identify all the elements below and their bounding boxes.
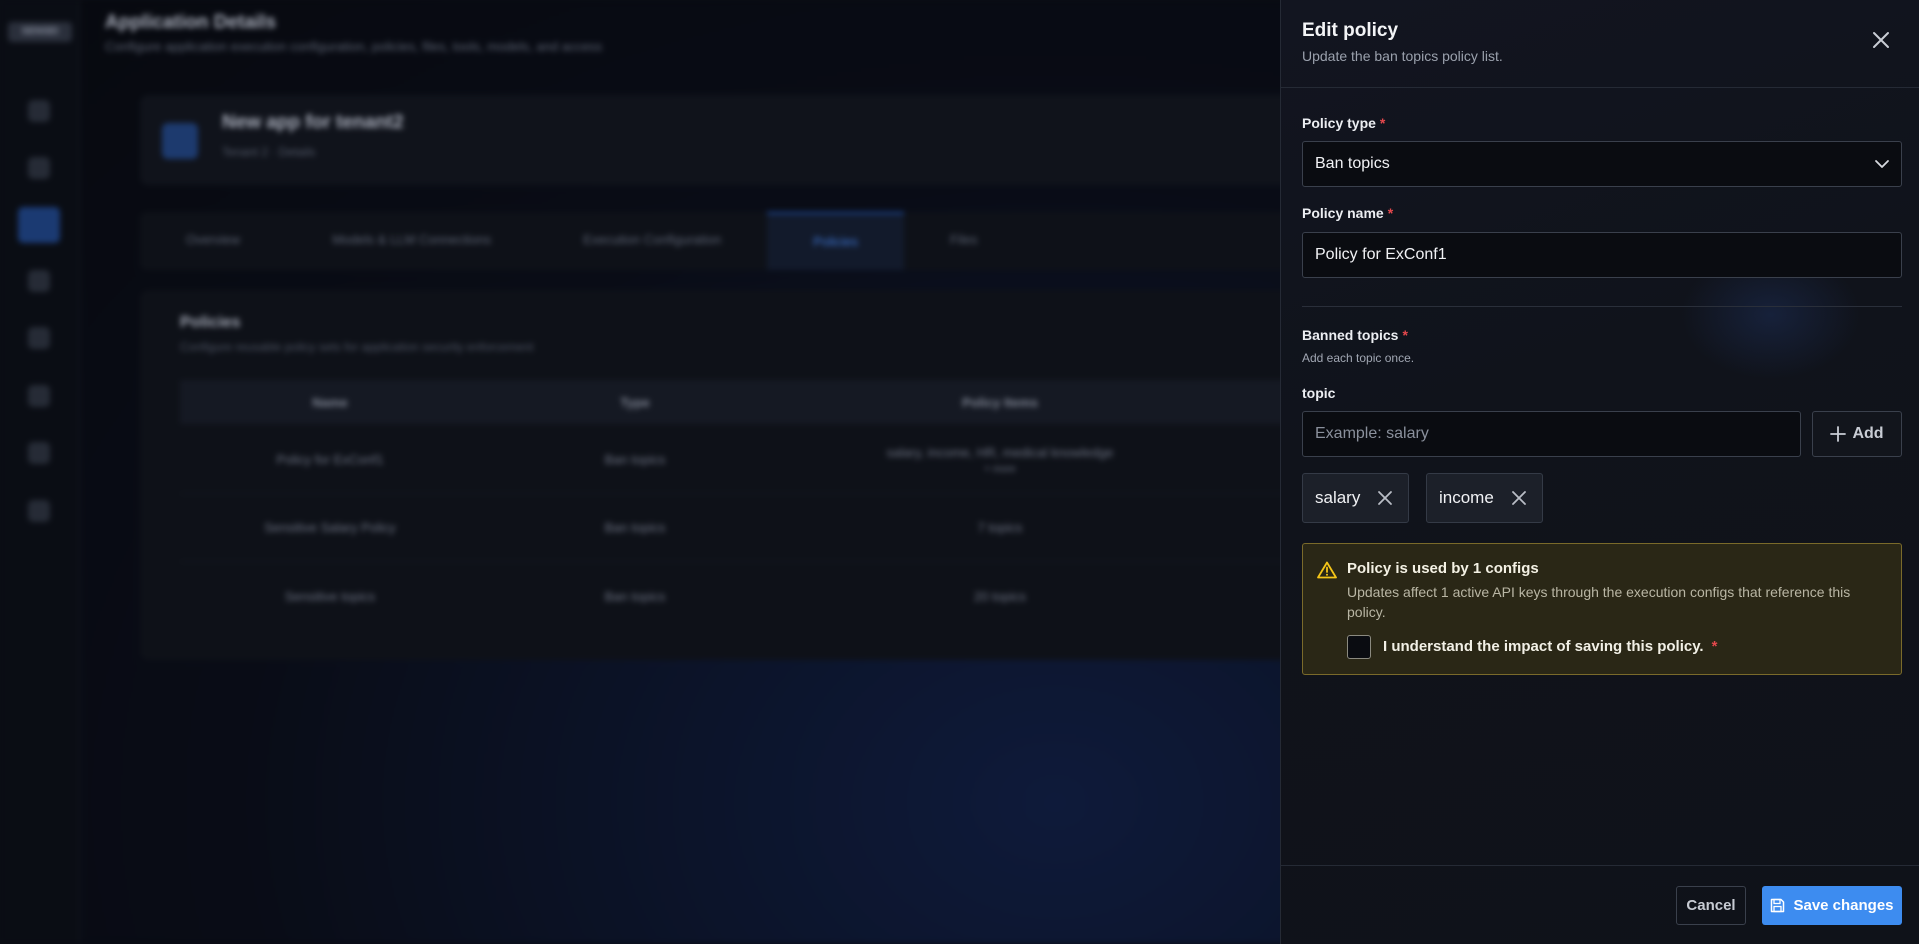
row-name: Policy for ExConf1 [276, 452, 384, 467]
topic-chip-label: salary [1315, 488, 1361, 507]
apps-icon [28, 157, 50, 179]
table-row: Sensitive Salary Policy Ban topics 7 top… [180, 494, 1320, 562]
tab-files: Files [950, 232, 978, 247]
save-changes-button[interactable]: Save changes [1762, 886, 1902, 925]
banned-topics-label: Banned topics * [1302, 327, 1408, 343]
add-topic-label: Add [1852, 425, 1884, 442]
policy-name-label-text: Policy name [1302, 205, 1384, 221]
brand-logo: SENSEI [8, 22, 72, 42]
policies-subtitle: Configure reusable policy sets for appli… [180, 340, 534, 354]
keys-icon [28, 385, 50, 407]
row-items-text: salary, income, HR, medical knowledge [886, 444, 1114, 460]
remove-topic-button[interactable] [1374, 487, 1396, 509]
warning-icon [1317, 561, 1337, 579]
column-name: Name [312, 394, 348, 410]
required-mark: * [1711, 638, 1718, 655]
topic-label: topic [1302, 385, 1336, 401]
section-divider [1302, 306, 1902, 307]
row-name: Sensitive Salary Policy [264, 520, 396, 535]
cancel-button[interactable]: Cancel [1676, 886, 1746, 925]
page-title: Application Details [105, 12, 277, 33]
required-mark: * [1402, 327, 1408, 343]
drawer-header: Edit policy Update the ban topics policy… [1281, 0, 1919, 88]
tab-policies: Policies [767, 212, 904, 270]
close-button[interactable] [1867, 26, 1895, 54]
acknowledge-label-text: I understand the impact of saving this p… [1383, 638, 1704, 655]
home-icon [28, 100, 50, 122]
app-meta: Tenant 2 · Details [222, 145, 316, 159]
monitor-icon [28, 442, 50, 464]
required-mark: * [1387, 205, 1394, 221]
row-type: Ban topics [604, 520, 666, 535]
policies-panel: Policies Configure reusable policy sets … [140, 290, 1320, 660]
acknowledge-checkbox[interactable] [1347, 635, 1371, 659]
topic-chip: income [1426, 473, 1543, 523]
policy-type-value: Ban topics [1315, 155, 1390, 172]
close-icon [1511, 491, 1526, 505]
row-items: salary, income, HR, medical knowledge + … [790, 445, 1210, 475]
add-topic-button[interactable]: Add [1812, 411, 1902, 457]
drawer-title: Edit policy [1302, 20, 1399, 41]
policy-type-select[interactable]: Ban topics [1302, 141, 1902, 187]
tab-execution: Execution Configuration [583, 232, 722, 247]
table-row: Policy for ExConf1 Ban topics salary, in… [180, 426, 1320, 494]
chevron-down-icon [1875, 160, 1889, 168]
app-icon [162, 123, 198, 159]
close-icon [1378, 491, 1393, 505]
policy-type-label-text: Policy type [1302, 115, 1376, 131]
topic-chip-label: income [1439, 488, 1494, 507]
warning-text: Updates affect 1 active API keys through… [1347, 584, 1851, 620]
policy-name-input[interactable] [1302, 232, 1902, 278]
row-type: Ban topics [604, 588, 666, 604]
drawer-subtitle: Update the ban topics policy list. [1302, 48, 1503, 64]
topic-chip: salary [1302, 473, 1410, 523]
banned-topics-helper: Add each topic once. [1302, 351, 1415, 365]
policy-name-label: Policy name * [1302, 205, 1393, 221]
save-changes-label: Save changes [1793, 897, 1894, 914]
row-type: Ban topics [604, 452, 666, 467]
app-card: New app for tenant2 Tenant 2 · Details [140, 95, 1320, 185]
app-tabs: Overview Models & LLM Connections Execut… [140, 212, 1320, 270]
settings-icon [28, 500, 50, 522]
models-icon [28, 270, 50, 292]
table-header: Name Type Policy Items [180, 380, 1320, 424]
required-mark: * [1379, 115, 1386, 131]
page-subtitle: Configure application execution configur… [105, 39, 603, 54]
row-name: Sensitive topics [284, 588, 376, 604]
tools-icon [28, 327, 50, 349]
plus-icon [1830, 426, 1847, 442]
nav-rail: SENSEI [0, 0, 80, 944]
banned-topics-label-text: Banned topics [1302, 327, 1399, 343]
policy-type-label: Policy type * [1302, 115, 1385, 131]
warning-title: Policy is used by 1 configs [1347, 560, 1539, 577]
acknowledge-label: I understand the impact of saving this p… [1383, 638, 1717, 655]
topic-input[interactable] [1302, 411, 1801, 457]
tab-overview: Overview [186, 232, 241, 247]
row-items: 20 topics [973, 588, 1027, 604]
row-items: 7 topics [977, 520, 1023, 535]
column-type: Type [620, 394, 650, 410]
close-icon [1873, 32, 1889, 48]
edit-policy-drawer: Edit policy Update the ban topics policy… [1280, 0, 1919, 944]
applications-icon [18, 207, 60, 243]
table-row: Sensitive topics Ban topics 20 topics [180, 562, 1320, 630]
app-name: New app for tenant2 [222, 112, 404, 133]
row-items-extra: + more [984, 463, 1016, 475]
remove-topic-button[interactable] [1508, 487, 1530, 509]
column-items: Policy Items [962, 394, 1038, 410]
save-icon [1771, 898, 1785, 913]
tab-models: Models & LLM Connections [332, 232, 492, 247]
drawer-footer: Cancel Save changes [1281, 865, 1919, 944]
policies-title: Policies [180, 314, 241, 331]
impact-warning: Policy is used by 1 configs Updates affe… [1302, 543, 1902, 675]
